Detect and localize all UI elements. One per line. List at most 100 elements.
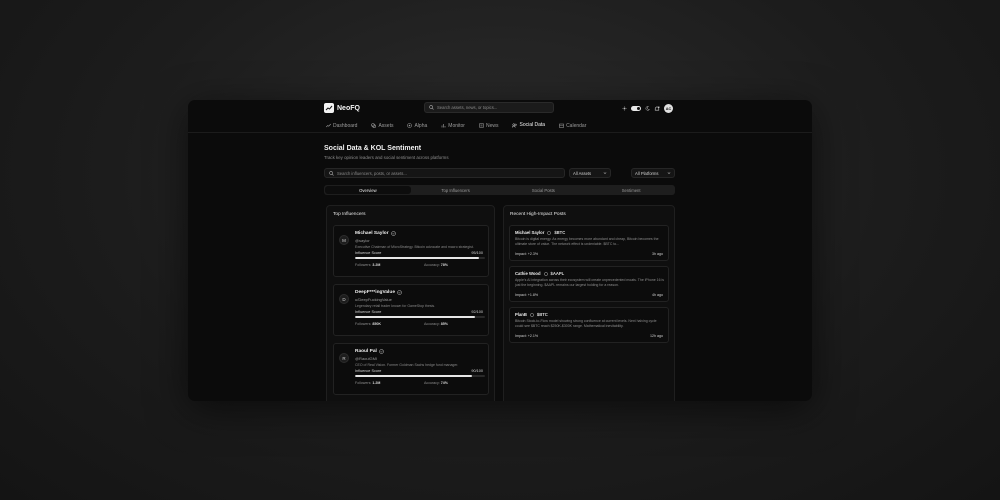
bar-chart-icon xyxy=(441,124,446,128)
post-author: Michael Saylor xyxy=(515,230,545,235)
calendar-icon xyxy=(559,123,564,128)
post-card[interactable]: Cathie Wood $AAPL Apple's AI integration… xyxy=(509,266,669,302)
top-bar: NeoFQ Search assets, news, or topics... … xyxy=(188,100,812,118)
theme-toggle[interactable] xyxy=(631,106,641,111)
accuracy-label: Accuracy: xyxy=(424,321,440,326)
followers-label: Followers: xyxy=(355,380,372,385)
platforms-select[interactable]: All Platforms xyxy=(631,168,675,178)
influencer-bio: Legendary retail trader known for GameSt… xyxy=(355,303,436,308)
global-search-placeholder: Search assets, news, or topics... xyxy=(437,105,498,110)
verified-badge-icon xyxy=(547,230,552,235)
post-ticker[interactable]: $BTC xyxy=(554,230,565,235)
tab-social-posts[interactable]: Social Posts xyxy=(501,186,587,194)
search-icon xyxy=(429,105,434,110)
tab-sentiment[interactable]: Sentiment xyxy=(588,186,674,194)
accuracy-label: Accuracy: xyxy=(424,262,440,267)
influencer-avatar: M xyxy=(339,235,349,245)
tab-overview[interactable]: Overview xyxy=(325,186,411,194)
influence-score-fill xyxy=(355,316,475,319)
verified-badge-icon xyxy=(530,312,534,317)
trend-line-icon xyxy=(326,123,331,128)
influencer-card[interactable]: D DeepF***ingValue u/DeepFuckingValue Le… xyxy=(333,284,489,336)
newspaper-icon xyxy=(479,123,484,128)
app-window: NeoFQ Search assets, news, or topics... … xyxy=(188,100,812,401)
influence-score-label: Influence Score xyxy=(355,368,382,373)
accuracy-label: Accuracy: xyxy=(424,380,440,385)
followers-label: Followers: xyxy=(355,262,372,267)
chevron-down-icon xyxy=(667,172,671,174)
nav-label: Social Data xyxy=(519,122,546,128)
coins-icon xyxy=(371,123,377,128)
user-avatar[interactable]: AC xyxy=(664,104,673,113)
recent-posts-title: Recent High-Impact Posts xyxy=(510,212,566,217)
post-impact: Impact: +2.1% xyxy=(515,333,539,338)
followers-value: 3.2M xyxy=(372,262,381,267)
nav-label: Alpha xyxy=(414,122,428,129)
nav-label: Monitor xyxy=(448,122,465,129)
post-text: Bitcoin is digital energy. As energy bec… xyxy=(515,237,659,246)
post-text: Apple's AI integration across their ecos… xyxy=(515,278,665,287)
nav-label: Dashboard xyxy=(333,122,358,129)
influence-score-fill xyxy=(355,257,479,260)
logo[interactable]: NeoFQ xyxy=(324,103,360,113)
influencer-avatar: R xyxy=(339,353,349,363)
influencer-card[interactable]: M Michael Saylor @saylor Executive Chair… xyxy=(333,225,489,277)
post-ticker[interactable]: $AAPL xyxy=(551,271,565,276)
tab-top-influencers[interactable]: Top Influencers xyxy=(413,186,499,194)
users-icon xyxy=(512,123,518,128)
nav-label: Calendar xyxy=(566,122,587,129)
post-card[interactable]: Michael Saylor $BTC Bitcoin is digital e… xyxy=(509,225,669,261)
accuracy-value: 85% xyxy=(440,321,448,326)
post-header: Cathie Wood $AAPL xyxy=(515,271,564,276)
global-search-input[interactable]: Search assets, news, or topics... xyxy=(424,102,554,113)
post-ticker[interactable]: $BTC xyxy=(537,312,548,317)
logo-trend-icon xyxy=(324,103,334,113)
influencer-card[interactable]: R Raoul Pal @RaoulGMI CEO of Real Vision… xyxy=(333,343,489,395)
top-influencers-panel: Top Influencers M Michael Saylor @saylor… xyxy=(326,205,495,401)
followers-stat: Followers: 850K xyxy=(355,322,381,326)
influence-score-label: Influence Score xyxy=(355,250,382,255)
influence-score-fill xyxy=(355,375,472,378)
post-impact: Impact: +1.8% xyxy=(515,292,539,297)
nav-label: News xyxy=(485,122,499,129)
target-icon xyxy=(407,123,413,128)
influencer-handle: @RaoulGMI xyxy=(355,356,378,361)
page-subtitle: Track key opinion leaders and social sen… xyxy=(324,155,449,160)
influencer-handle: u/DeepFuckingValue xyxy=(355,297,392,302)
followers-stat: Followers: 1.2M xyxy=(355,381,380,385)
header-actions: AC xyxy=(622,104,673,113)
top-influencers-title: Top Influencers xyxy=(333,212,366,217)
page-title: Social Data & KOL Sentiment xyxy=(324,145,422,152)
post-author: PlanB xyxy=(515,312,527,317)
influence-score-bar xyxy=(355,375,485,378)
influencer-name: DeepF***ingValue xyxy=(355,290,395,295)
moon-icon xyxy=(645,106,650,111)
followers-value: 850K xyxy=(372,321,381,326)
influence-score-value: 92/100 xyxy=(471,309,483,314)
nav-divider xyxy=(188,132,812,133)
accuracy-stat: Accuracy: 74% xyxy=(424,381,448,385)
bell-icon[interactable] xyxy=(654,105,660,112)
verified-badge-icon xyxy=(543,271,548,276)
sun-icon xyxy=(622,106,627,111)
post-card[interactable]: PlanB $BTC Bitcoin Stock-to-Flow model s… xyxy=(509,307,669,343)
influence-score-bar xyxy=(355,316,485,319)
accuracy-value: 74% xyxy=(440,380,448,385)
influencer-search-input[interactable]: Search influencers, posts, or assets... xyxy=(324,168,565,178)
influence-score-value: 95/100 xyxy=(471,250,483,255)
assets-select-value: All Assets xyxy=(573,170,592,176)
search-icon xyxy=(329,170,334,176)
verified-badge-icon xyxy=(390,231,396,236)
influencer-name-row: Michael Saylor xyxy=(355,231,396,236)
influencer-bio: CEO of Real Vision. Former Goldman Sachs… xyxy=(355,362,459,367)
assets-select[interactable]: All Assets xyxy=(569,168,611,178)
influencer-handle: @saylor xyxy=(355,238,370,243)
influence-score-value: 90/100 xyxy=(471,368,483,373)
post-header: PlanB $BTC xyxy=(515,312,548,317)
accuracy-stat: Accuracy: 78% xyxy=(424,263,448,267)
influencer-search-placeholder: Search influencers, posts, or assets... xyxy=(337,170,407,176)
post-author: Cathie Wood xyxy=(515,271,541,276)
followers-value: 1.2M xyxy=(372,380,381,385)
post-text: Bitcoin Stock-to-Flow model showing stro… xyxy=(515,319,657,328)
influencer-name-row: DeepF***ingValue xyxy=(355,290,402,295)
